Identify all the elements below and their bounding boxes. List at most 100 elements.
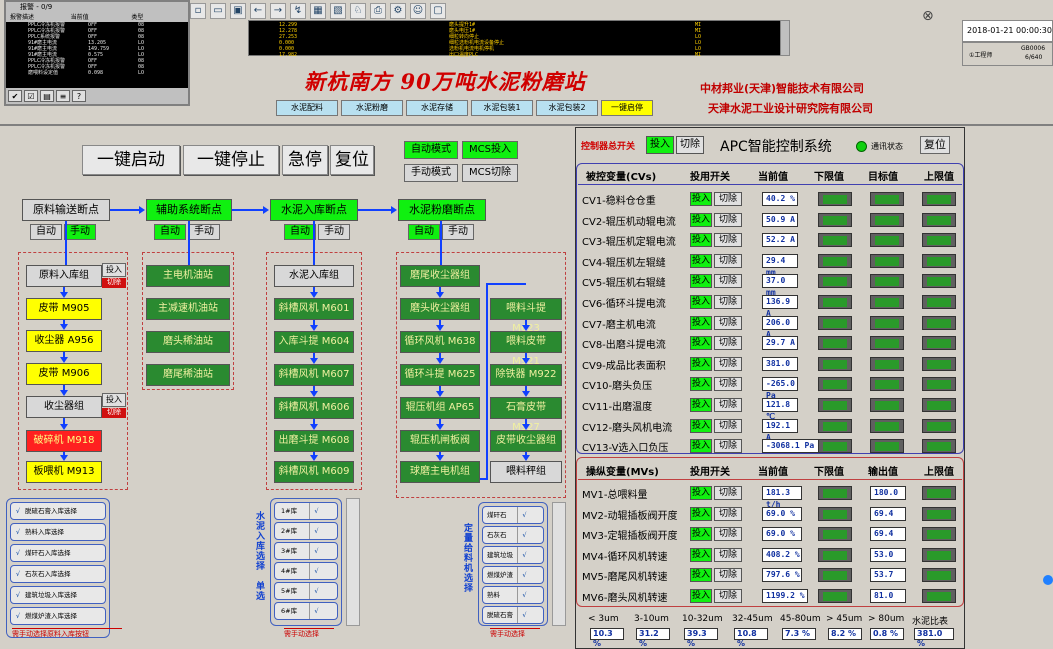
- cv-off-button[interactable]: 切除: [714, 192, 742, 206]
- raw-item-6[interactable]: 板喂机 M913: [26, 461, 102, 483]
- aux-item-1[interactable]: 主减速机油站: [146, 298, 230, 320]
- cv-target[interactable]: [870, 398, 904, 412]
- mv-low-limit[interactable]: [818, 547, 852, 562]
- cv-off-button[interactable]: 切除: [714, 212, 742, 227]
- feeder-select-row[interactable]: 熟料 √: [482, 586, 544, 604]
- check-icon[interactable]: ✔: [8, 90, 22, 102]
- cv-on-button[interactable]: 投入: [690, 398, 712, 412]
- collector-group-off-button[interactable]: 切除: [102, 408, 126, 418]
- raw-item-2[interactable]: 收尘器 A956: [26, 330, 102, 352]
- cement-storage-breakpoint[interactable]: 水泥入库断点: [270, 199, 358, 221]
- value-panel-scrollbar[interactable]: [780, 20, 790, 56]
- mv-low-limit[interactable]: [818, 588, 852, 603]
- cv-high-limit[interactable]: [922, 439, 956, 454]
- cv-low-limit[interactable]: [818, 253, 852, 268]
- forward-icon[interactable]: →: [270, 3, 286, 19]
- cv-on-button[interactable]: 投入: [690, 356, 712, 371]
- raw-item-0[interactable]: 原料入库组: [26, 265, 102, 287]
- mill-feed-item-5[interactable]: 喂料秤组: [490, 461, 562, 483]
- storage-item-1[interactable]: 斜槽风机 M601: [274, 298, 354, 320]
- cement-mill-breakpoint[interactable]: 水泥粉磨断点: [398, 199, 486, 221]
- master-on-button[interactable]: 投入: [646, 136, 674, 154]
- cv-low-limit[interactable]: [818, 233, 852, 248]
- cv-off-button[interactable]: 切除: [714, 233, 742, 248]
- tab-2[interactable]: 水泥存储: [406, 100, 468, 116]
- cv-high-limit[interactable]: [922, 212, 956, 227]
- storage-item-5[interactable]: 出磨斗提 M608: [274, 430, 354, 452]
- window-icon[interactable]: ▢: [430, 3, 446, 19]
- mv-on-button[interactable]: 投入: [690, 568, 712, 582]
- cv-off-button[interactable]: 切除: [714, 274, 742, 289]
- trend-icon[interactable]: ↯: [290, 3, 306, 19]
- open-icon[interactable]: ▭: [210, 3, 226, 19]
- print-icon[interactable]: ⎙: [370, 3, 386, 19]
- aux-item-2[interactable]: 磨头稀油站: [146, 331, 230, 353]
- storage-item-0[interactable]: 水泥入库组: [274, 265, 354, 287]
- cv-low-limit[interactable]: [818, 356, 852, 371]
- cv-off-button[interactable]: 切除: [714, 418, 742, 433]
- raw-select-row[interactable]: √ 脱硫石膏入库选择: [10, 502, 106, 520]
- mv-low-limit[interactable]: [818, 568, 852, 582]
- cv-low-limit[interactable]: [818, 439, 852, 454]
- emergency-stop-button[interactable]: 急停: [282, 145, 328, 175]
- cv-target[interactable]: [870, 233, 904, 248]
- filter-icon[interactable]: ▤: [40, 90, 54, 102]
- cv-target[interactable]: [870, 336, 904, 351]
- storage-select-row[interactable]: 6#库 √: [274, 602, 338, 620]
- find-icon[interactable]: ♘: [350, 3, 366, 19]
- mv-high-limit[interactable]: [922, 527, 956, 541]
- raw-select-row[interactable]: √ 熟料入库选择: [10, 523, 106, 541]
- raw-group-off-button[interactable]: 切除: [102, 278, 126, 288]
- mill-feed-item-1[interactable]: 喂料皮带 M921: [490, 331, 562, 367]
- cv-off-button[interactable]: 切除: [714, 356, 742, 371]
- mv-high-limit[interactable]: [922, 588, 956, 603]
- save-icon[interactable]: ▣: [230, 3, 246, 19]
- mv-off-button[interactable]: 切除: [714, 568, 742, 582]
- cv-low-limit[interactable]: [818, 398, 852, 412]
- raw-transport-breakpoint[interactable]: 原料输送断点: [22, 199, 110, 221]
- feeder-select-row[interactable]: 燃煤炉渣 √: [482, 566, 544, 584]
- settings-icon[interactable]: ⚙: [390, 3, 406, 19]
- cv-target[interactable]: [870, 418, 904, 433]
- cv-on-button[interactable]: 投入: [690, 418, 712, 433]
- cv-on-button[interactable]: 投入: [690, 295, 712, 309]
- cv-off-button[interactable]: 切除: [714, 398, 742, 412]
- cv-off-button[interactable]: 切除: [714, 315, 742, 330]
- mv-output-value[interactable]: 69.4: [870, 506, 906, 521]
- cv-low-limit[interactable]: [818, 418, 852, 433]
- mv-low-limit[interactable]: [818, 527, 852, 541]
- one-key-start-button[interactable]: 一键启动: [82, 145, 180, 175]
- mv-low-limit[interactable]: [818, 486, 852, 500]
- mv-off-button[interactable]: 切除: [714, 506, 742, 521]
- mv-high-limit[interactable]: [922, 486, 956, 500]
- help-icon[interactable]: ?: [72, 90, 86, 102]
- raw-select-row[interactable]: √ 建筑垃圾入库选择: [10, 586, 106, 604]
- mv-output-value[interactable]: 69.4: [870, 527, 906, 541]
- mv-off-button[interactable]: 切除: [714, 588, 742, 603]
- cv-on-button[interactable]: 投入: [690, 315, 712, 330]
- cv-high-limit[interactable]: [922, 377, 956, 392]
- mill-item-3[interactable]: 循环斗提 M625: [400, 364, 480, 386]
- tab-5[interactable]: 一键启停: [601, 100, 653, 116]
- cv-on-button[interactable]: 投入: [690, 212, 712, 227]
- cv-low-limit[interactable]: [818, 336, 852, 351]
- feeder-scrollbar[interactable]: [552, 502, 566, 626]
- storage-item-6[interactable]: 斜槽风机 M609: [274, 461, 354, 483]
- mv-on-button[interactable]: 投入: [690, 506, 712, 521]
- raw-item-5[interactable]: 破碎机 M918: [26, 430, 102, 452]
- bp2-manual-button[interactable]: 手动: [188, 224, 220, 240]
- cv-low-limit[interactable]: [818, 192, 852, 206]
- mill-item-1[interactable]: 磨头收尘器组: [400, 298, 480, 320]
- cv-high-limit[interactable]: [922, 356, 956, 371]
- mv-output-value[interactable]: 180.0: [870, 486, 906, 500]
- alarm-row[interactable]: 磨喂料设定值 0.098 LO: [28, 70, 188, 76]
- cv-off-button[interactable]: 切除: [714, 439, 742, 454]
- mill-feed-item-0[interactable]: 喂料斗提 M623: [490, 298, 562, 334]
- auto-mode-button[interactable]: 自动模式: [404, 141, 458, 159]
- list-icon[interactable]: ≡: [56, 90, 70, 102]
- cv-target[interactable]: [870, 212, 904, 227]
- mv-high-limit[interactable]: [922, 506, 956, 521]
- mcs-on-button[interactable]: MCS投入: [462, 141, 518, 159]
- mv-on-button[interactable]: 投入: [690, 486, 712, 500]
- storage-scrollbar[interactable]: [346, 498, 360, 626]
